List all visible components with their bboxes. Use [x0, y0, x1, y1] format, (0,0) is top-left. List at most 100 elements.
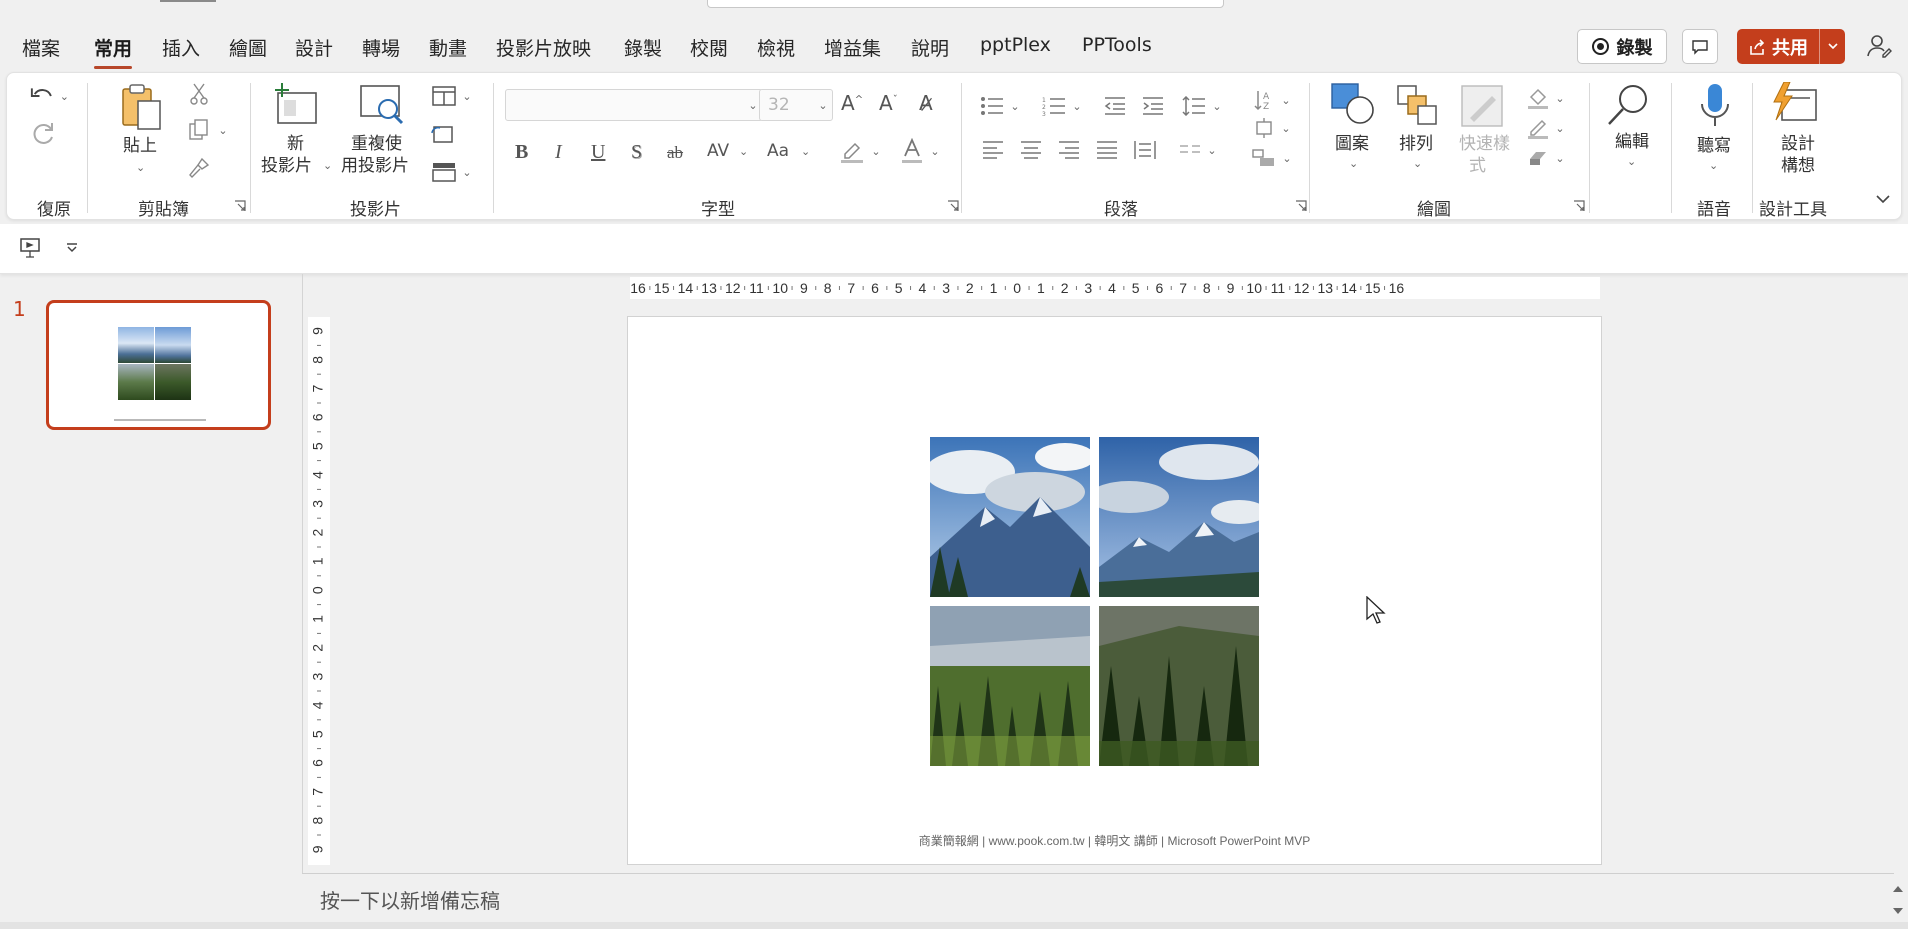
align-right-button[interactable]	[1055, 137, 1083, 163]
clear-format-button[interactable]: A̷	[919, 91, 933, 115]
shrink-font-button[interactable]: Aˇ	[879, 91, 898, 115]
horizontal-ruler[interactable]: 16 15 14 13 12 11 10 9 8 7 6 5 4 3 2 1 0 1 2 3 4 5 6 7 8 9 10 11 12 1…	[630, 277, 1600, 299]
share-main[interactable]: 共用	[1737, 29, 1820, 64]
redo-button[interactable]	[29, 119, 59, 149]
dialog-launcher-icon[interactable]	[947, 200, 959, 212]
quick-styles-button[interactable]	[1459, 83, 1505, 129]
underline-button[interactable]: U	[591, 141, 605, 164]
tab-help[interactable]: 說明	[911, 34, 949, 61]
shadow-button[interactable]: S	[631, 141, 642, 164]
tab-view[interactable]: 檢視	[757, 34, 795, 61]
new-slide-button[interactable]	[272, 83, 320, 127]
tab-transitions[interactable]: 轉場	[362, 34, 400, 61]
shape-fill-button[interactable]: ⌄	[1521, 85, 1571, 111]
strikethrough-button[interactable]: ab	[667, 143, 683, 163]
group-divider	[1589, 83, 1590, 213]
chevron-down-icon: ⌄	[136, 161, 146, 174]
search-box[interactable]	[707, 0, 1224, 8]
bold-button[interactable]: B	[515, 141, 528, 164]
smartart-button[interactable]: ⌄	[1247, 145, 1297, 171]
horizontal-ruler-ticks: 16 15 14 13 12 11 10 9 8 7 6 5 4 3 2 1 0 1 2 3 4 5 6 7 8 9 10 11 12 1…	[630, 280, 1404, 296]
tab-design[interactable]: 設計	[295, 34, 333, 61]
italic-button[interactable]: I	[555, 141, 562, 164]
change-case-button[interactable]: Aa	[767, 141, 789, 161]
record-icon	[1591, 38, 1609, 55]
align-left-button[interactable]	[979, 137, 1007, 163]
reuse-slides-button[interactable]	[357, 83, 407, 127]
group-divider	[250, 83, 251, 213]
pane-divider[interactable]	[302, 274, 303, 874]
collapse-ribbon-button[interactable]	[1873, 189, 1893, 209]
char-spacing-button[interactable]: AV	[707, 141, 729, 161]
chevron-down-icon: ⌄	[930, 144, 940, 158]
arrange-button[interactable]	[1395, 83, 1439, 127]
tab-home[interactable]: 常用	[94, 34, 133, 69]
share-dropdown[interactable]	[1820, 43, 1845, 50]
section-button[interactable]: ⌄	[427, 159, 477, 185]
justify-button[interactable]	[1093, 137, 1121, 163]
shapes-button[interactable]	[1329, 81, 1377, 127]
cut-button[interactable]	[185, 81, 213, 107]
ruler-label: 4	[1108, 280, 1116, 296]
tab-draw[interactable]: 繪圖	[229, 34, 267, 61]
shape-outline-button[interactable]: ⌄	[1521, 115, 1571, 141]
paste-button[interactable]	[119, 83, 165, 131]
reset-button[interactable]	[427, 121, 457, 147]
group-divider	[87, 83, 88, 213]
bullets-button[interactable]: ⌄	[975, 93, 1025, 119]
photo-forest-valley[interactable]	[930, 606, 1090, 766]
increase-indent-button[interactable]	[1139, 93, 1167, 119]
ribbon: ⌄ 復原 貼上 ⌄ ⌄ 剪貼簿 新 投影片 ⌄ 重複使 用投影片 ⌄ ⌄ 投影片…	[6, 72, 1902, 220]
photo-forest-hill[interactable]	[1099, 606, 1259, 766]
dialog-launcher-icon[interactable]	[1295, 200, 1307, 212]
coauthor-icon[interactable]	[1866, 33, 1892, 63]
highlight-button[interactable]: ⌄	[837, 137, 883, 165]
distributed-button[interactable]	[1131, 137, 1159, 163]
copy-button[interactable]: ⌄	[183, 117, 233, 143]
dialog-launcher-icon[interactable]	[1573, 200, 1585, 212]
shape-effects-button[interactable]: ⌄	[1521, 145, 1571, 171]
grow-font-button[interactable]: A^	[841, 91, 863, 115]
tab-pptplex[interactable]: pptPlex	[980, 34, 1051, 56]
design-ideas-button[interactable]	[1771, 81, 1821, 125]
photo-mountain-clouds-2[interactable]	[1099, 437, 1259, 597]
decrease-indent-button[interactable]	[1101, 93, 1129, 119]
slide-thumbnail[interactable]	[46, 300, 271, 430]
undo-button[interactable]: ⌄	[29, 81, 69, 111]
layout-button[interactable]: ⌄	[427, 83, 477, 109]
photo-mountain-clouds-1[interactable]	[930, 437, 1090, 597]
tab-review[interactable]: 校閱	[690, 34, 728, 61]
dialog-launcher-icon[interactable]	[234, 200, 246, 212]
tab-animations[interactable]: 動畫	[429, 34, 467, 61]
group-label-drawing: 繪圖	[1417, 200, 1451, 220]
vertical-ruler[interactable]: 9 8 7 6 5 4 3 2 1 0 1 2 3 4 5 6 7 8 9	[308, 317, 330, 865]
slide-canvas[interactable]: 商業簡報網 | www.pook.com.tw | 韓明文 講師 | Micro…	[627, 316, 1602, 865]
font-size-combo[interactable]: 32 ⌄	[759, 89, 833, 121]
tab-file[interactable]: 檔案	[22, 34, 60, 61]
line-spacing-button[interactable]: ⌄	[1177, 93, 1227, 119]
format-painter-button[interactable]	[185, 155, 213, 181]
columns-button[interactable]: ⌄	[1173, 137, 1223, 163]
text-direction-button[interactable]: A Z ⌄	[1247, 87, 1297, 113]
new-slide-icon	[275, 83, 317, 124]
tab-addins[interactable]: 增益集	[824, 34, 881, 61]
start-slideshow-button[interactable]	[18, 236, 42, 260]
share-button[interactable]: 共用	[1737, 29, 1845, 64]
notes-scrollbar[interactable]	[1890, 880, 1906, 920]
tab-insert[interactable]: 插入	[162, 34, 200, 61]
tab-record[interactable]: 錄製	[624, 34, 662, 61]
comments-button[interactable]	[1682, 29, 1718, 64]
dictate-button[interactable]	[1695, 81, 1735, 131]
font-color-button[interactable]: ⌄	[897, 137, 943, 165]
align-text-button[interactable]: ⌄	[1247, 115, 1297, 141]
notes-divider[interactable]	[302, 873, 1894, 874]
align-center-button[interactable]	[1017, 137, 1045, 163]
editing-button[interactable]	[1603, 81, 1653, 129]
font-name-combo[interactable]: ⌄	[505, 89, 763, 121]
customize-qat-button[interactable]	[62, 236, 82, 260]
numbering-button[interactable]: 1 2 3 ⌄	[1037, 93, 1087, 119]
notes-placeholder[interactable]: 按一下以新增備忘稿	[320, 885, 500, 914]
tab-slideshow[interactable]: 投影片放映	[496, 34, 591, 61]
record-button[interactable]: 錄製	[1577, 29, 1667, 64]
tab-pptools[interactable]: PPTools	[1082, 34, 1152, 56]
